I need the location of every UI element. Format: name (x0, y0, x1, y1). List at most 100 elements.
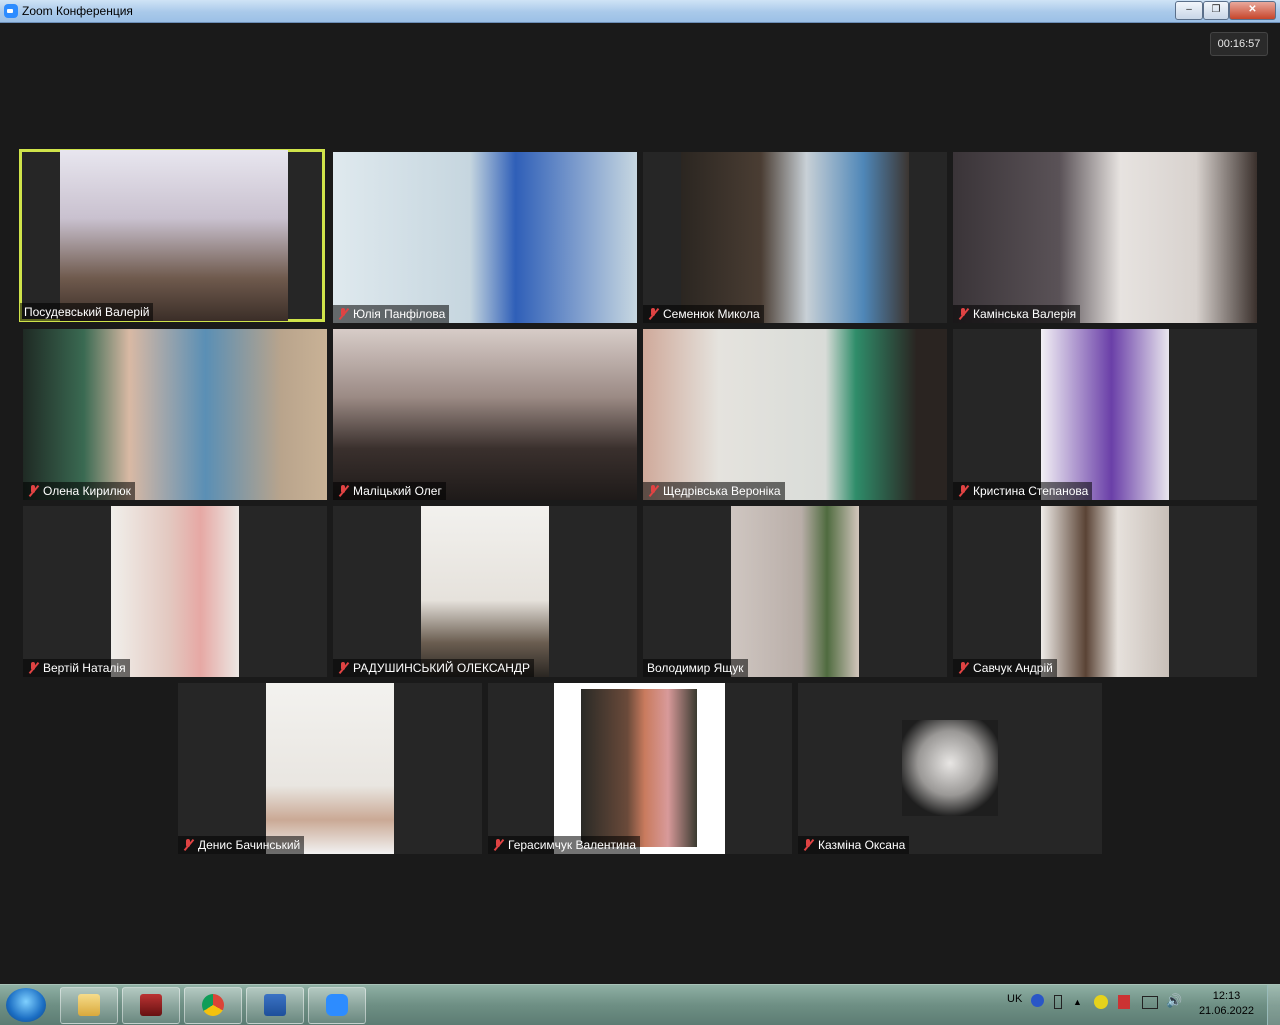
muted-mic-icon (337, 308, 349, 320)
media-app-icon (140, 994, 162, 1016)
folder-icon (78, 994, 100, 1016)
window-title: Zoom Конференция (22, 4, 133, 18)
media-app-taskbar-button[interactable] (122, 987, 180, 1024)
close-button[interactable]: ✕ (1229, 1, 1276, 20)
participant-name: Посудевський Валерій (24, 305, 150, 319)
participant-nameplate: Маліцький Олег (333, 482, 446, 500)
video-tile[interactable]: Герасимчук Валентина (488, 683, 792, 854)
participant-video (111, 506, 239, 677)
volume-icon[interactable]: 🔊 (1166, 993, 1182, 1009)
participant-nameplate: Юлія Панфілова (333, 305, 450, 323)
zoom-icon (326, 994, 348, 1016)
video-tile[interactable]: Кристина Степанова (953, 329, 1257, 500)
participant-name: Казміна Оксана (818, 838, 906, 852)
video-tile[interactable]: Савчук Андрій (953, 506, 1257, 677)
show-hidden-icons-icon[interactable]: ▲ (1073, 997, 1082, 1007)
video-tile[interactable]: Камінська Валерія (953, 152, 1257, 323)
participant-name: Герасимчук Валентина (508, 838, 636, 852)
participant-name: Вертій Наталія (43, 661, 126, 675)
video-tile[interactable]: Вертій Наталія (23, 506, 327, 677)
participant-video (953, 152, 1257, 323)
chrome-taskbar-button[interactable] (184, 987, 242, 1024)
video-tile[interactable]: Олена Кирилюк (23, 329, 327, 500)
participant-video (1041, 329, 1169, 500)
muted-mic-icon (492, 839, 504, 851)
minimize-button[interactable]: ‒ (1175, 1, 1203, 20)
explorer-taskbar-button[interactable] (60, 987, 118, 1024)
participant-name: РАДУШИНСЬКИЙ ОЛЕКСАНДР (353, 661, 531, 675)
muted-mic-icon (27, 662, 39, 674)
participant-nameplate: Денис Бачинський (178, 836, 305, 854)
zoom-icon (4, 4, 18, 18)
video-tile[interactable]: РАДУШИНСЬКИЙ ОЛЕКСАНДР (333, 506, 637, 677)
muted-mic-icon (957, 485, 969, 497)
video-tile[interactable]: Щедрівська Вероніка (643, 329, 947, 500)
participant-nameplate: Посудевський Валерій (20, 303, 154, 321)
video-tile[interactable]: Казміна Оксана (798, 683, 1102, 854)
participant-video (266, 683, 394, 854)
network-icon[interactable] (1142, 996, 1158, 1009)
system-clock[interactable]: 12:13 21.06.2022 (1199, 989, 1254, 1019)
muted-mic-icon (337, 485, 349, 497)
language-indicator[interactable]: UK (1007, 993, 1022, 1005)
participant-nameplate: РАДУШИНСЬКИЙ ОЛЕКСАНДР (333, 659, 535, 677)
participant-nameplate: Камінська Валерія (953, 305, 1081, 323)
muted-mic-icon (182, 839, 194, 851)
participant-video (23, 329, 327, 500)
muted-mic-icon (957, 662, 969, 674)
participant-name: Семенюк Микола (663, 307, 760, 321)
zoom-taskbar-button[interactable] (308, 987, 366, 1024)
muted-mic-icon (802, 839, 814, 851)
start-button[interactable] (6, 988, 46, 1022)
clock-time: 12:13 (1212, 990, 1241, 1002)
video-tile[interactable]: Посудевський Валерій (19, 149, 325, 322)
participant-nameplate: Вертій Наталія (23, 659, 130, 677)
action-center-icon[interactable] (1118, 995, 1130, 1009)
muted-mic-icon (647, 485, 659, 497)
security-icon[interactable] (1094, 995, 1108, 1009)
muted-mic-icon (27, 485, 39, 497)
help-icon[interactable] (1031, 994, 1044, 1007)
taskbar: UK ▲ 🔊 12:13 21.06.2022 (0, 984, 1280, 1025)
participant-video (421, 506, 549, 677)
participant-name: Олена Кирилюк (43, 484, 131, 498)
muted-mic-icon (647, 308, 659, 320)
participant-nameplate: Кристина Степанова (953, 482, 1093, 500)
video-tile[interactable]: Юлія Панфілова (333, 152, 637, 323)
participant-video (554, 683, 725, 854)
show-desktop-button[interactable] (1267, 985, 1280, 1025)
video-tile[interactable]: Володимир Ящук (643, 506, 947, 677)
participant-name: Камінська Валерія (973, 307, 1077, 321)
participant-nameplate: Володимир Ящук (643, 659, 748, 677)
chrome-icon (202, 994, 224, 1016)
participant-nameplate: Олена Кирилюк (23, 482, 135, 500)
participant-nameplate: Щедрівська Вероніка (643, 482, 785, 500)
participant-nameplate: Герасимчук Валентина (488, 836, 640, 854)
meeting-timer: 00:16:57 (1210, 32, 1268, 56)
participant-video (333, 329, 637, 500)
video-tile[interactable]: Маліцький Олег (333, 329, 637, 500)
participant-video (1041, 506, 1169, 677)
input-options-icon[interactable] (1054, 995, 1062, 1009)
participant-name: Савчук Андрій (973, 661, 1053, 675)
clock-date: 21.06.2022 (1198, 1005, 1254, 1017)
participant-nameplate: Савчук Андрій (953, 659, 1057, 677)
participant-video (643, 329, 947, 500)
word-icon (264, 994, 286, 1016)
participant-video (60, 150, 288, 321)
muted-mic-icon (337, 662, 349, 674)
participant-avatar (902, 720, 998, 816)
participant-name: Юлія Панфілова (353, 307, 446, 321)
participant-nameplate: Казміна Оксана (798, 836, 910, 854)
muted-mic-icon (957, 308, 969, 320)
participant-video (731, 506, 859, 677)
video-tile[interactable]: Денис Бачинський (178, 683, 482, 854)
word-taskbar-button[interactable] (246, 987, 304, 1024)
participant-video (333, 152, 637, 323)
maximize-button[interactable]: ❐ (1203, 1, 1229, 20)
participant-name: Кристина Степанова (973, 484, 1089, 498)
participant-name: Маліцький Олег (353, 484, 442, 498)
window-title-bar: Zoom Конференция ‒ ❐ ✕ (0, 0, 1280, 23)
participant-name: Володимир Ящук (647, 661, 744, 675)
video-tile[interactable]: Семенюк Микола (643, 152, 947, 323)
